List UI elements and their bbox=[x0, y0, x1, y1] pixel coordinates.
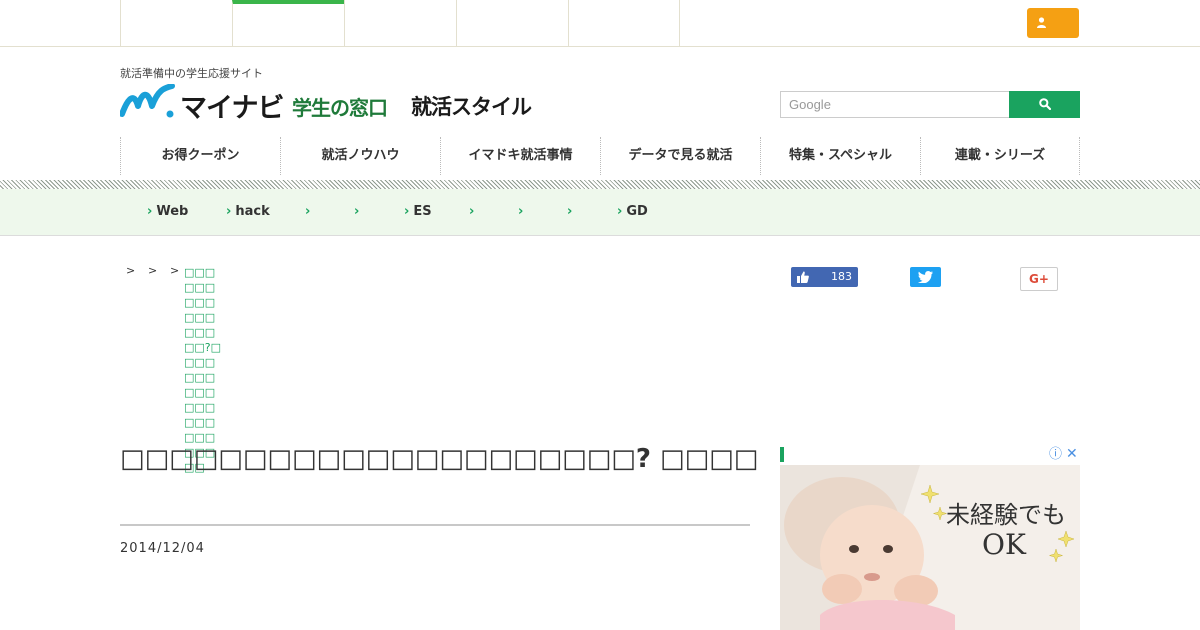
chevron-right-icon: › bbox=[567, 204, 573, 219]
ad-subheadline: OK bbox=[982, 528, 1026, 561]
sub-nav-item-label: hack bbox=[235, 204, 270, 219]
logo-gakusei-text: 学生の窓口 bbox=[292, 96, 388, 120]
top-tab-1[interactable] bbox=[120, 0, 232, 46]
breadcrumb-separator: > bbox=[148, 264, 158, 277]
top-tab-3[interactable] bbox=[344, 0, 456, 46]
main-nav-item-special[interactable]: 特集・スペシャル bbox=[760, 137, 920, 175]
google-plus-button[interactable]: G+ bbox=[1020, 267, 1058, 291]
chevron-right-icon: › bbox=[404, 204, 410, 219]
login-button[interactable] bbox=[1027, 8, 1079, 38]
decorative-stripe bbox=[0, 180, 1200, 189]
ad-headline: 未経験でも bbox=[946, 501, 1066, 529]
main-nav-item-coupon[interactable]: お得クーポン bbox=[120, 137, 280, 175]
sub-nav-item-gd[interactable]: › GD bbox=[617, 189, 648, 235]
sub-nav-item-7[interactable]: › bbox=[518, 189, 527, 235]
sub-nav-item-3[interactable]: › bbox=[305, 189, 314, 235]
title-divider bbox=[120, 524, 750, 526]
sub-nav-item-8[interactable]: › bbox=[567, 189, 576, 235]
user-icon bbox=[1037, 17, 1046, 28]
breadcrumb-separator: > bbox=[170, 264, 180, 277]
logo-mynavi-text: マイナビ bbox=[180, 93, 284, 124]
sub-nav: › Web › hack › › › ES › › › › GD bbox=[0, 189, 1200, 236]
chevron-right-icon: › bbox=[305, 204, 311, 219]
top-tab-4[interactable] bbox=[456, 0, 568, 46]
top-tab-divider bbox=[679, 0, 680, 46]
ad-banner[interactable]: 未経験でも OK bbox=[780, 465, 1080, 630]
ad-close-icon[interactable]: ✕ bbox=[1066, 447, 1079, 461]
article-title: □□□□□□□□□□□□□□□□□□□□□? □□□□□□□□□□□□□□□□□… bbox=[120, 444, 760, 474]
mynavi-logo-mark bbox=[120, 84, 175, 118]
breadcrumb-separator: > bbox=[126, 264, 136, 277]
sub-nav-item-label: GD bbox=[626, 204, 648, 219]
baby-photo bbox=[780, 465, 1080, 630]
site-tagline: 就活準備中の学生応援サイト bbox=[120, 67, 263, 80]
sub-nav-item-label: Web bbox=[156, 204, 189, 219]
chevron-right-icon: › bbox=[354, 204, 360, 219]
site-logo[interactable]: マイナビ 学生の窓口 就活スタイル bbox=[120, 84, 550, 124]
sub-nav-item-4[interactable]: › bbox=[354, 189, 363, 235]
logo-style-text: 就活スタイル bbox=[411, 95, 532, 119]
ad-marker bbox=[780, 447, 784, 462]
ad-info-icon[interactable]: ⓘ bbox=[1049, 448, 1062, 461]
sub-nav-item-label: ES bbox=[413, 204, 432, 219]
main-nav: お得クーポン 就活ノウハウ イマドキ就活事情 データで見る就活 特集・スペシャル… bbox=[120, 137, 1080, 175]
search-input[interactable]: Google bbox=[780, 91, 1009, 118]
thumbs-up-icon bbox=[797, 271, 809, 283]
twitter-bird-icon bbox=[918, 271, 933, 283]
site-search: Google bbox=[780, 91, 1080, 118]
facebook-like-button[interactable]: 183 bbox=[791, 267, 858, 287]
twitter-tweet-button[interactable] bbox=[910, 267, 941, 287]
chevron-right-icon: › bbox=[469, 204, 475, 219]
main-nav-item-knowhow[interactable]: 就活ノウハウ bbox=[280, 137, 440, 175]
main-nav-item-trends[interactable]: イマドキ就活事情 bbox=[440, 137, 600, 175]
chevron-right-icon: › bbox=[518, 204, 524, 219]
like-count: 183 bbox=[831, 270, 852, 283]
search-button[interactable] bbox=[1009, 91, 1080, 118]
chevron-right-icon: › bbox=[226, 204, 232, 219]
search-icon bbox=[1039, 98, 1051, 110]
sub-nav-item-hack[interactable]: › hack bbox=[226, 189, 270, 235]
main-nav-item-data[interactable]: データで見る就活 bbox=[600, 137, 760, 175]
top-tab-bar bbox=[0, 0, 1200, 47]
main-nav-item-series[interactable]: 連載・シリーズ bbox=[920, 137, 1080, 175]
sub-nav-item-es[interactable]: › ES bbox=[404, 189, 432, 235]
chevron-right-icon: › bbox=[617, 204, 623, 219]
chevron-right-icon: › bbox=[147, 204, 153, 219]
sub-nav-item-web[interactable]: › Web bbox=[147, 189, 188, 235]
article-date: 2014/12/04 bbox=[120, 541, 205, 556]
sub-nav-item-6[interactable]: › bbox=[469, 189, 478, 235]
top-tab-5[interactable] bbox=[568, 0, 680, 46]
top-tab-2[interactable] bbox=[232, 0, 344, 46]
